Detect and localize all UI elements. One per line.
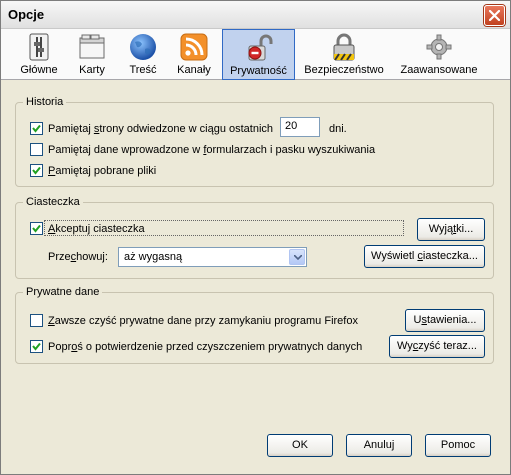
keep-label: Przechowuj: [48,251,108,263]
options-toolbar: Główne Karty Treść Kanały Prywatność Bez… [1,29,510,80]
clear-now-button[interactable]: Wyczyść teraz... [389,335,485,358]
tab-prywatnosc[interactable]: Prywatność [222,29,295,80]
tab-label: Zaawansowane [400,64,478,76]
tab-label: Główne [20,64,58,76]
keep-until-select[interactable]: aż wygasną [118,247,307,267]
gear-icon [426,34,452,60]
remember-downloads-label: Pamiętaj pobrane pliki [48,165,157,177]
ok-button[interactable]: OK [267,434,333,457]
ask-before-clearing-checkbox[interactable] [30,340,43,353]
check-icon [32,342,41,351]
tab-tresc[interactable]: Treść [119,29,167,80]
group-title: Historia [23,96,67,108]
accept-cookies-label: Akceptuj ciasteczka [48,223,145,235]
remember-forms-checkbox[interactable] [30,143,43,156]
privacy-padlock-icon [248,34,272,61]
general-switch-icon [29,33,49,61]
remember-pages-label: Pamiętaj strony odwiedzone w ciągu ostat… [48,123,274,135]
tab-label: Karty [79,64,105,76]
tab-label: Treść [129,64,157,76]
title-bar[interactable]: Opcje [1,1,510,29]
cancel-button[interactable]: Anuluj [346,434,412,457]
group-title: Prywatne dane [23,286,103,298]
days-input[interactable]: 20 [280,117,320,137]
ask-before-clearing-label: Poproś o potwierdzenie przed czyszczenie… [48,341,363,353]
show-cookies-button[interactable]: Wyświetl ciasteczka... [364,245,485,268]
tabs-window-icon [79,34,105,59]
remember-pages-checkbox[interactable] [30,122,43,135]
settings-button[interactable]: Ustawienia... [405,309,485,332]
close-icon [489,10,500,21]
tab-label: Kanały [177,64,211,76]
tab-label: Bezpieczeństwo [304,64,384,76]
chevron-down-icon[interactable] [289,249,305,265]
help-button[interactable]: Pomoc [425,434,491,457]
remember-forms-label: Pamiętaj dane wprowadzone w formularzach… [48,144,376,156]
check-icon [32,124,41,133]
exceptions-button[interactable]: Wyjątki... [417,218,485,241]
options-dialog: Opcje Główne Karty Treść Kanały Prywatno… [0,0,511,475]
private-data-group: Prywatne dane Zawsze czyść prywatne dane… [15,286,494,364]
tab-glowne[interactable]: Główne [13,29,65,80]
rss-feed-icon [180,33,208,61]
security-padlock-icon [333,33,355,61]
check-icon [32,224,41,233]
group-title: Ciasteczka [23,196,83,208]
tab-kanaly[interactable]: Kanały [171,29,217,80]
tab-karty[interactable]: Karty [69,29,115,80]
remember-downloads-checkbox[interactable] [30,164,43,177]
cookies-group: Ciasteczka Akceptuj ciasteczka Wyjątki..… [15,196,494,279]
check-icon [32,166,41,175]
always-clear-checkbox[interactable] [30,314,43,327]
tab-bezpieczenstwo[interactable]: Bezpieczeństwo [301,29,387,80]
globe-icon [130,34,156,60]
history-group: Historia Pamiętaj strony odwiedzone w ci… [15,96,494,187]
accept-cookies-checkbox[interactable] [30,222,43,235]
tab-label: Prywatność [230,65,287,77]
close-button[interactable] [484,5,505,26]
window-title: Opcje [8,7,45,22]
tab-zaawansowane[interactable]: Zaawansowane [397,29,481,80]
keep-until-value: aż wygasną [124,251,183,263]
always-clear-label: Zawsze czyść prywatne dane przy zamykani… [48,315,358,327]
days-unit-label: dni. [329,123,347,135]
